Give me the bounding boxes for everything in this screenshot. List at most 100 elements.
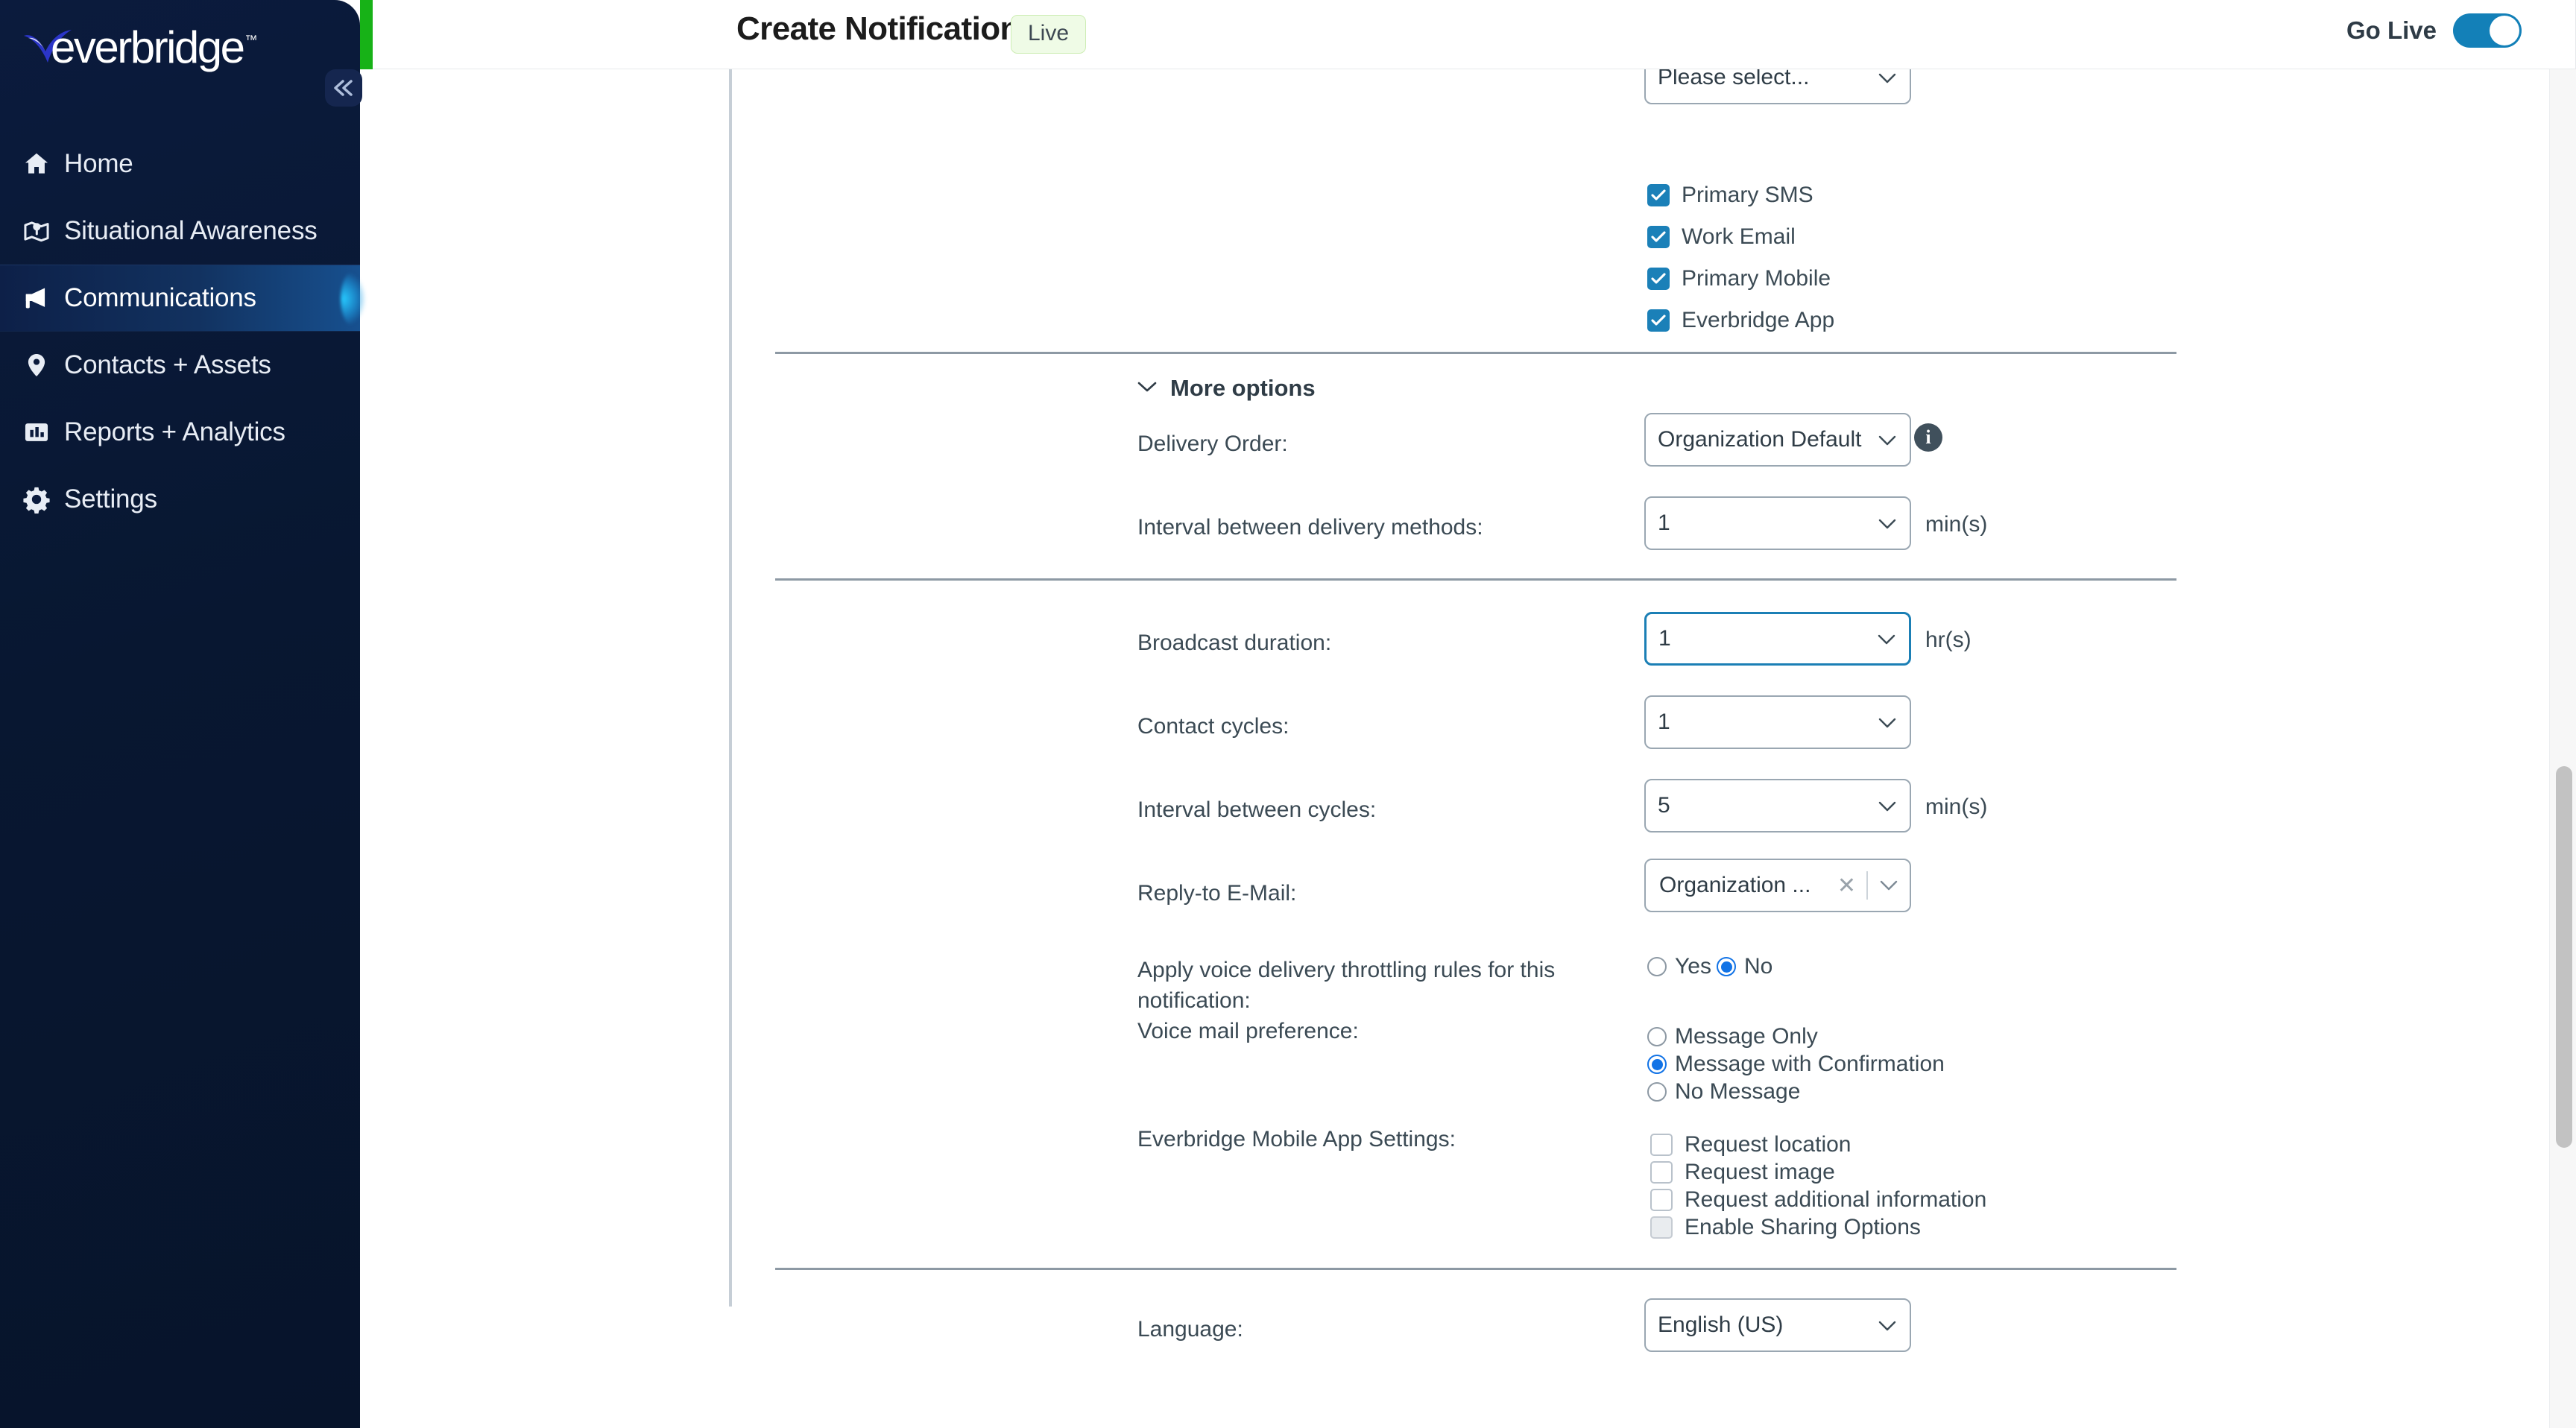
voice-mail-preference-label: Voice mail preference: [1137, 1019, 1359, 1043]
sidebar-item-situational-awareness[interactable]: Situational Awareness [0, 198, 360, 265]
radio-label: No [1744, 954, 1773, 979]
interval-between-cycles-unit: min(s) [1925, 794, 1988, 819]
gear-icon [22, 485, 64, 514]
checkbox-enable-sharing-options[interactable]: Enable Sharing Options [1650, 1215, 1921, 1240]
sidebar: everbridge ™ Home Situational Awareness … [0, 0, 362, 1428]
interval-between-cycles-label: Interval between cycles: [1137, 797, 1377, 822]
logo-trademark: ™ [244, 33, 258, 47]
reply-to-email-value: Organization ... [1659, 873, 1811, 897]
go-live-toggle[interactable] [2453, 13, 2522, 48]
checkbox-label: Request location [1685, 1132, 1852, 1157]
sidebar-item-label: Communications [64, 283, 256, 312]
radio-circle [1717, 957, 1736, 976]
language-select[interactable]: English (US) [1644, 1298, 1911, 1352]
checkbox-label: Enable Sharing Options [1685, 1215, 1921, 1239]
home-icon [22, 150, 64, 178]
radio-voicemail-message-with-confirmation[interactable]: Message with Confirmation [1647, 1052, 1945, 1077]
map-pin-icon [22, 217, 64, 245]
voice-throttling-label: Apply voice delivery throttling rules fo… [1137, 958, 1556, 1014]
checkbox-primary-sms[interactable]: Primary SMS [1647, 183, 1813, 208]
radio-circle [1647, 1082, 1667, 1102]
radio-label: No Message [1675, 1079, 1801, 1104]
sidebar-item-reports-analytics[interactable]: Reports + Analytics [0, 399, 360, 466]
delivery-order-label: Delivery Order: [1137, 432, 1288, 456]
checkbox-box [1647, 268, 1670, 290]
chevron-down-icon [1878, 69, 1896, 90]
section-divider [775, 1268, 2176, 1270]
chevron-down-icon [1878, 793, 1896, 818]
checkbox-request-image[interactable]: Request image [1650, 1160, 1835, 1185]
checkbox-label: Request image [1685, 1160, 1835, 1184]
clear-icon[interactable]: ✕ [1827, 873, 1866, 899]
sidebar-item-label: Situational Awareness [64, 216, 318, 245]
go-live-control: Go Live [2346, 13, 2522, 48]
form-left-rule [729, 69, 732, 1307]
chevron-down-icon [1878, 511, 1896, 536]
checkbox-label: Primary SMS [1682, 183, 1813, 207]
checkbox-request-additional-information[interactable]: Request additional information [1650, 1187, 1986, 1213]
checkbox-label: Everbridge App [1682, 308, 1835, 332]
sidebar-item-settings[interactable]: Settings [0, 466, 360, 533]
checkbox-box [1647, 226, 1670, 248]
page-title: Create Notification [736, 10, 1020, 47]
checkbox-box [1647, 184, 1670, 206]
checkbox-work-email[interactable]: Work Email [1647, 224, 1796, 250]
checkbox-label: Request additional information [1685, 1187, 1987, 1212]
section-divider [775, 578, 2176, 581]
radio-circle [1647, 957, 1667, 976]
interval-delivery-methods-unit: min(s) [1925, 512, 1988, 537]
sidebar-item-label: Contacts + Assets [64, 350, 271, 379]
chevron-down-icon [1878, 1312, 1896, 1338]
interval-delivery-methods-label: Interval between delivery methods: [1137, 515, 1483, 540]
chevron-down-icon[interactable] [1868, 880, 1910, 891]
broadcast-duration-label: Broadcast duration: [1137, 631, 1332, 655]
sidebar-item-communications[interactable]: Communications [0, 265, 360, 332]
interval-between-cycles-select[interactable]: 5 [1644, 779, 1911, 833]
sidebar-item-contacts-assets[interactable]: Contacts + Assets [0, 332, 360, 399]
everbridge-logo: everbridge ™ [21, 10, 282, 70]
sidebar-item-label: Home [64, 149, 133, 178]
radio-label: Yes [1675, 954, 1711, 979]
radio-circle [1647, 1055, 1667, 1074]
checkbox-everbridge-app[interactable]: Everbridge App [1647, 308, 1834, 333]
more-options-toggle[interactable]: More options [1137, 375, 1316, 402]
broadcast-duration-select[interactable]: 1 [1644, 612, 1911, 666]
go-live-label: Go Live [2346, 16, 2437, 44]
checkbox-box [1650, 1134, 1673, 1156]
sidebar-item-home[interactable]: Home [0, 130, 360, 198]
radio-label: Message with Confirmation [1675, 1052, 1945, 1076]
main-content: Please select... Primary SMS Work Email … [360, 69, 2534, 1428]
sidebar-nav: Home Situational Awareness Communication… [0, 130, 360, 533]
broadcast-duration-unit: hr(s) [1925, 628, 1972, 652]
radio-voicemail-no-message[interactable]: No Message [1647, 1079, 1800, 1105]
reply-to-email-select[interactable]: Organization ... ✕ [1644, 859, 1911, 912]
contact-cycles-value: 1 [1658, 710, 1670, 734]
delivery-order-select[interactable]: Organization Default [1644, 413, 1911, 467]
delivery-method-select[interactable]: Please select... [1644, 69, 1911, 104]
vertical-scrollbar[interactable] [2549, 69, 2576, 1428]
chevron-down-icon [1878, 427, 1896, 452]
info-icon[interactable]: i [1914, 423, 1942, 452]
contact-cycles-select[interactable]: 1 [1644, 695, 1911, 749]
radio-voicemail-message-only[interactable]: Message Only [1647, 1024, 1818, 1049]
radio-label: Message Only [1675, 1024, 1818, 1049]
toggle-knob [2490, 16, 2519, 45]
more-options-label: More options [1170, 375, 1316, 401]
radio-voice-throttling-yes[interactable]: Yes [1647, 954, 1711, 979]
checkbox-box [1650, 1161, 1673, 1184]
delivery-order-value: Organization Default [1658, 427, 1862, 452]
scrollbar-thumb[interactable] [2556, 766, 2572, 1148]
checkbox-primary-mobile[interactable]: Primary Mobile [1647, 266, 1831, 291]
status-badge: Live [1011, 15, 1087, 54]
logo-wordmark: everbridge [51, 22, 245, 72]
megaphone-icon [22, 284, 64, 312]
chevron-down-icon [1137, 381, 1157, 397]
interval-delivery-methods-select[interactable]: 1 [1644, 496, 1911, 550]
chevron-down-icon [1878, 710, 1896, 735]
checkbox-request-location[interactable]: Request location [1650, 1132, 1851, 1157]
radio-voice-throttling-no[interactable]: No [1717, 954, 1772, 979]
chevron-double-left-icon [331, 78, 356, 98]
bar-chart-icon [22, 418, 64, 446]
language-value: English (US) [1658, 1312, 1784, 1337]
sidebar-collapse-button[interactable] [325, 69, 362, 107]
